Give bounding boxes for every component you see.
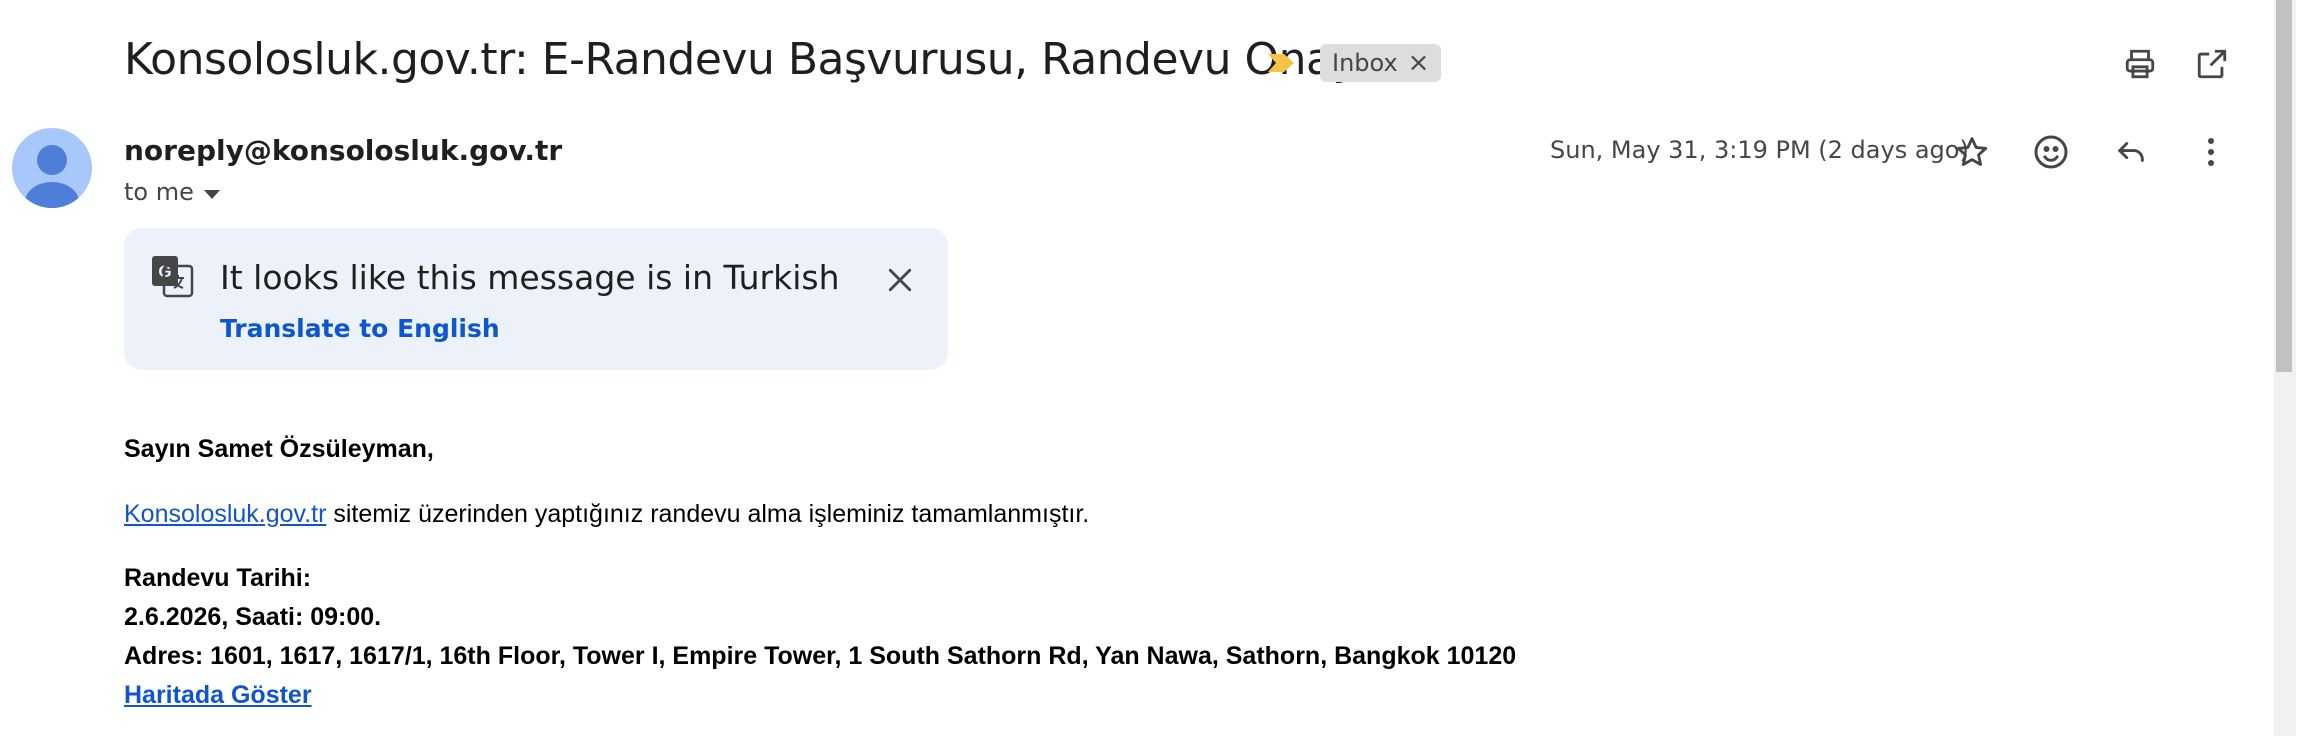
translate-to-english-link[interactable]: Translate to English	[220, 314, 500, 343]
email-subject: Konsolosluk.gov.tr: E-Randevu Başvurusu,…	[124, 34, 1359, 85]
appointment-date-label: Randevu Tarihi:	[124, 564, 312, 592]
body-line-1-text: sitemiz üzerinden yaptığınız randevu alm…	[326, 500, 1090, 528]
remove-label-button[interactable]: ×	[1408, 48, 1430, 78]
caret-down-icon	[203, 178, 220, 206]
inbox-label-chip[interactable]: Inbox ×	[1320, 44, 1442, 82]
scrollbar-thumb[interactable]	[2276, 0, 2292, 372]
avatar[interactable]	[12, 128, 92, 208]
star-icon[interactable]	[1944, 124, 2000, 180]
more-vert-icon[interactable]	[2183, 124, 2239, 180]
emoji-icon[interactable]	[2023, 124, 2079, 180]
reply-icon[interactable]	[2103, 124, 2159, 180]
label-text: Inbox	[1332, 49, 1398, 77]
greeting: Sayın Samet Özsüleyman,	[124, 435, 434, 463]
body-line-1: Konsolosluk.gov.tr sitemiz üzerinden yap…	[124, 500, 1089, 529]
recipient-details-toggle[interactable]: to me	[124, 178, 220, 206]
show-on-map-link[interactable]: Haritada Göster	[124, 681, 312, 709]
recipient-label: to me	[124, 178, 194, 206]
appointment-date-time: 2.6.2026, Saati: 09:00.	[124, 603, 382, 631]
importance-marker-icon[interactable]	[1266, 52, 1296, 79]
print-icon[interactable]	[2116, 40, 2164, 88]
close-icon[interactable]	[876, 256, 924, 304]
sender-email[interactable]: noreply@konsolosluk.gov.tr	[124, 134, 562, 167]
email-date: Sun, May 31, 3:19 PM (2 days ago)	[1550, 136, 1969, 164]
translate-message: It looks like this message is in Turkish	[220, 258, 840, 297]
scrollbar[interactable]	[2274, 0, 2296, 736]
translate-icon: G	[150, 254, 194, 303]
open-in-new-icon[interactable]	[2188, 40, 2236, 88]
appointment-address: Adres: 1601, 1617, 1617/1, 16th Floor, T…	[124, 642, 1517, 670]
translate-banner: G It looks like this message is in Turki…	[124, 228, 948, 370]
map-link-row: Haritada Göster	[124, 681, 312, 710]
site-link[interactable]: Konsolosluk.gov.tr	[124, 500, 326, 528]
